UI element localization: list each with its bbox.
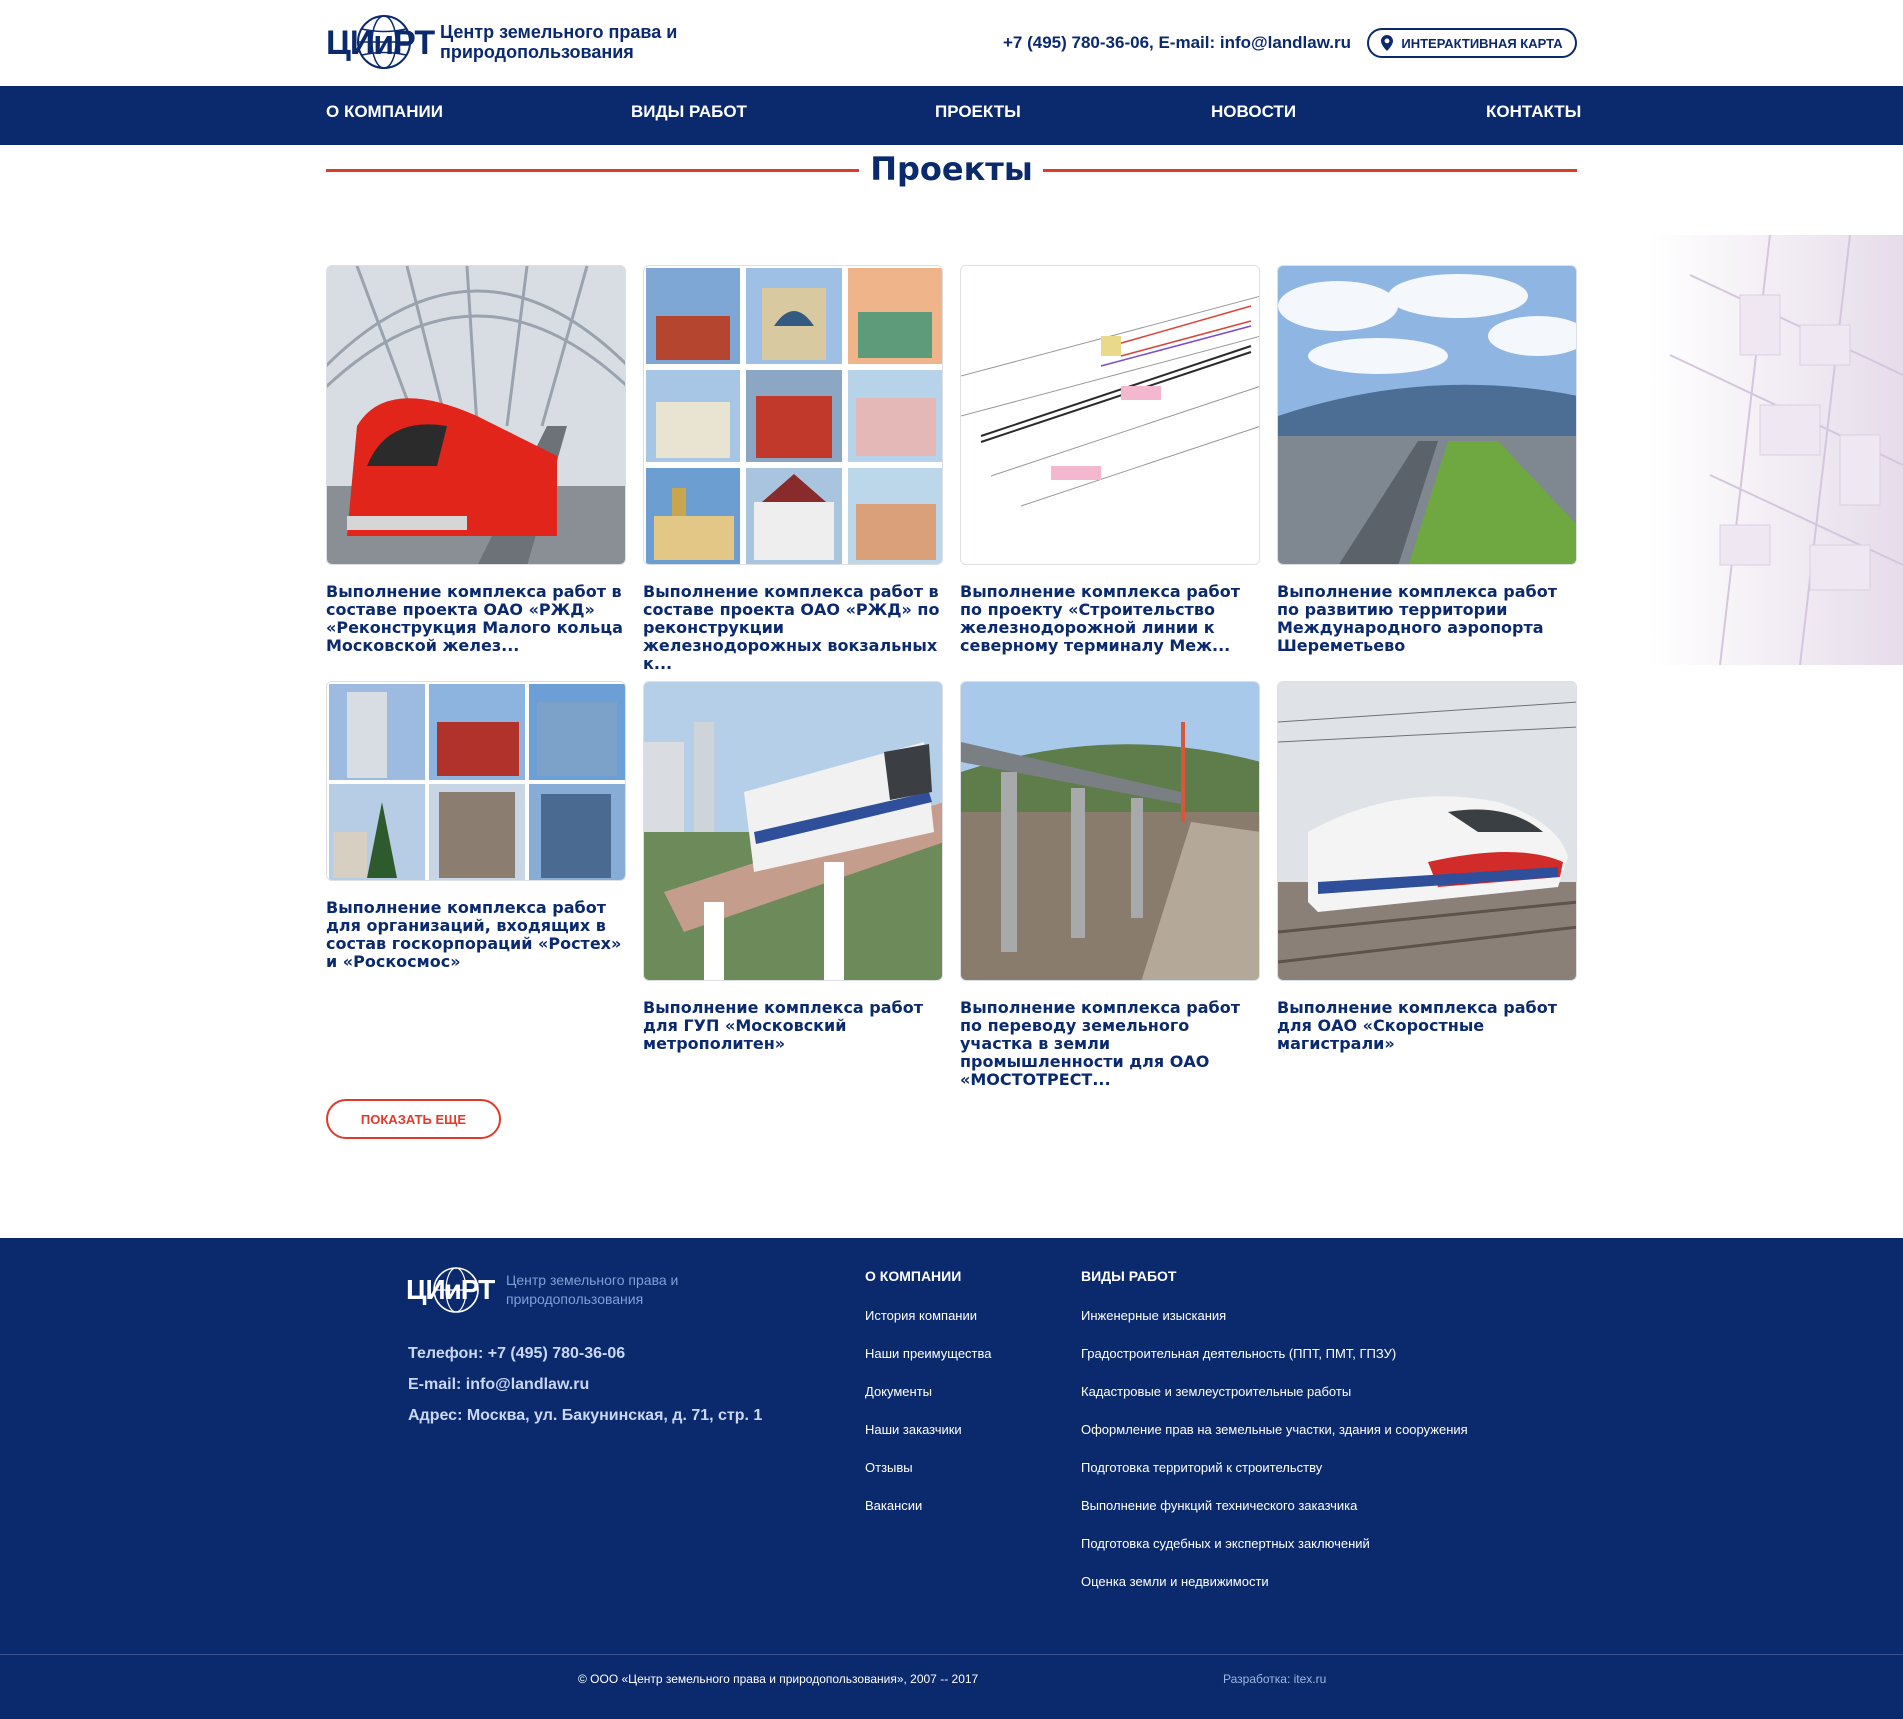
footer-email[interactable]: E-mail: info@landlaw.ru — [408, 1376, 589, 1394]
header-contacts: +7 (495) 780-36-06, E-mail: info@landlaw… — [1003, 33, 1352, 52]
nav-item-works[interactable]: ВИДЫ РАБОТ — [631, 102, 747, 122]
project-title[interactable]: Выполнение комплекса работ для ОАО «Скор… — [1277, 999, 1577, 1053]
project-title[interactable]: Выполнение комплекса работ по развитию т… — [1277, 583, 1577, 655]
footer-link-vacancies[interactable]: Вакансии — [865, 1498, 922, 1513]
footer-phone[interactable]: Телефон: +7 (495) 780-36-06 — [408, 1345, 625, 1363]
project-card[interactable]: Выполнение комплекса работ для организац… — [326, 681, 626, 971]
footer-link-documents[interactable]: Документы — [865, 1384, 932, 1399]
project-card[interactable]: Выполнение комплекса работ для ОАО «Скор… — [1277, 681, 1577, 1053]
project-title[interactable]: Выполнение комплекса работ в составе про… — [326, 583, 626, 655]
logo-globe-icon: ЦИиРТ — [326, 12, 435, 72]
footer-link-clients[interactable]: Наши заказчики — [865, 1422, 962, 1437]
footer-link-reviews[interactable]: Отзывы — [865, 1460, 913, 1475]
logo-mark-text: ЦИиРТ — [326, 24, 435, 62]
map-pin-icon — [1381, 35, 1394, 51]
decorative-city-illustration — [1650, 234, 1903, 666]
project-image-monorail[interactable] — [643, 681, 943, 981]
logo-company-name: Центр земельного права и природопользова… — [440, 22, 678, 62]
project-image-bridge[interactable] — [960, 681, 1260, 981]
site-logo[interactable]: ЦИиРТ Центр земельного права и природопо… — [326, 12, 680, 72]
footer-link-advantages[interactable]: Наши преимущества — [865, 1346, 992, 1361]
project-card[interactable]: Выполнение комплекса работ по переводу з… — [960, 681, 1260, 1089]
footer-link-urban-planning[interactable]: Градостроительная деятельность (ППТ, ПМТ… — [1081, 1346, 1396, 1361]
project-title[interactable]: Выполнение комплекса работ для организац… — [326, 899, 626, 971]
footer-divider — [0, 1654, 1903, 1655]
project-card[interactable]: Выполнение комплекса работ по развитию т… — [1277, 265, 1577, 655]
footer-link-technical-customer[interactable]: Выполнение функций технического заказчик… — [1081, 1498, 1357, 1513]
main-nav: О КОМПАНИИ ВИДЫ РАБОТ ПРОЕКТЫ НОВОСТИ КО… — [0, 86, 1903, 145]
project-title[interactable]: Выполнение комплекса работ в составе про… — [643, 583, 943, 673]
show-more-button[interactable]: ПОКАЗАТЬ ЕЩЕ — [326, 1099, 501, 1139]
interactive-map-label: ИНТЕРАКТИВНАЯ КАРТА — [1401, 35, 1563, 51]
footer-heading-works: ВИДЫ РАБОТ — [1081, 1268, 1177, 1284]
project-title[interactable]: Выполнение комплекса работ для ГУП «Моск… — [643, 999, 943, 1053]
project-image-railway-plan[interactable] — [960, 265, 1260, 565]
project-card[interactable]: Выполнение комплекса работ в составе про… — [643, 265, 943, 673]
footer-link-site-preparation[interactable]: Подготовка территорий к строительству — [1081, 1460, 1322, 1475]
nav-item-about[interactable]: О КОМПАНИИ — [326, 102, 443, 122]
interactive-map-button[interactable]: ИНТЕРАКТИВНАЯ КАРТА — [1367, 28, 1577, 58]
page-title: Проекты — [870, 150, 1033, 188]
footer-copyright: © ООО «Центр земельного права и природоп… — [578, 1672, 979, 1686]
footer-logo-mark-text: ЦИиРТ — [406, 1274, 495, 1305]
footer-heading-company: О КОМПАНИИ — [865, 1268, 962, 1284]
nav-item-contacts[interactable]: КОНТАКТЫ — [1486, 102, 1581, 122]
footer-logo[interactable]: ЦИиРТ Центр земельного права и природопо… — [406, 1264, 686, 1316]
footer-link-land-rights[interactable]: Оформление прав на земельные участки, зд… — [1081, 1422, 1468, 1437]
project-image-offices-collage[interactable] — [326, 681, 626, 881]
footer-link-surveys[interactable]: Инженерные изыскания — [1081, 1308, 1226, 1323]
project-image-stations-collage[interactable] — [643, 265, 943, 565]
site-header: ЦИиРТ Центр земельного права и природопо… — [0, 0, 1903, 86]
site-footer: ЦИиРТ Центр земельного права и природопо… — [0, 1238, 1903, 1719]
project-card[interactable]: Выполнение комплекса работ по проекту «С… — [960, 265, 1260, 655]
footer-company-name: Центр земельного права и природопользова… — [506, 1272, 679, 1307]
page-title-block: Проекты — [326, 150, 1577, 194]
project-card[interactable]: Выполнение комплекса работ для ГУП «Моск… — [643, 681, 943, 1053]
footer-developer-link[interactable]: Разработка: itex.ru — [1223, 1672, 1326, 1686]
project-image-high-speed-train[interactable] — [1277, 681, 1577, 981]
project-title[interactable]: Выполнение комплекса работ по проекту «С… — [960, 583, 1260, 655]
footer-link-history[interactable]: История компании — [865, 1308, 977, 1323]
footer-logo-globe-icon: ЦИиРТ — [406, 1264, 495, 1316]
project-title[interactable]: Выполнение комплекса работ по переводу з… — [960, 999, 1260, 1089]
project-image-red-train[interactable] — [326, 265, 626, 565]
footer-link-expert-opinions[interactable]: Подготовка судебных и экспертных заключе… — [1081, 1536, 1370, 1551]
nav-item-news[interactable]: НОВОСТИ — [1211, 102, 1296, 122]
footer-address: Адрес: Москва, ул. Бакунинская, д. 71, с… — [408, 1407, 763, 1424]
footer-link-cadastral[interactable]: Кадастровые и землеустроительные работы — [1081, 1384, 1351, 1399]
project-image-airport[interactable] — [1277, 265, 1577, 565]
nav-item-projects[interactable]: ПРОЕКТЫ — [935, 102, 1021, 122]
footer-link-valuation[interactable]: Оценка земли и недвижимости — [1081, 1574, 1269, 1589]
project-card[interactable]: Выполнение комплекса работ в составе про… — [326, 265, 626, 655]
